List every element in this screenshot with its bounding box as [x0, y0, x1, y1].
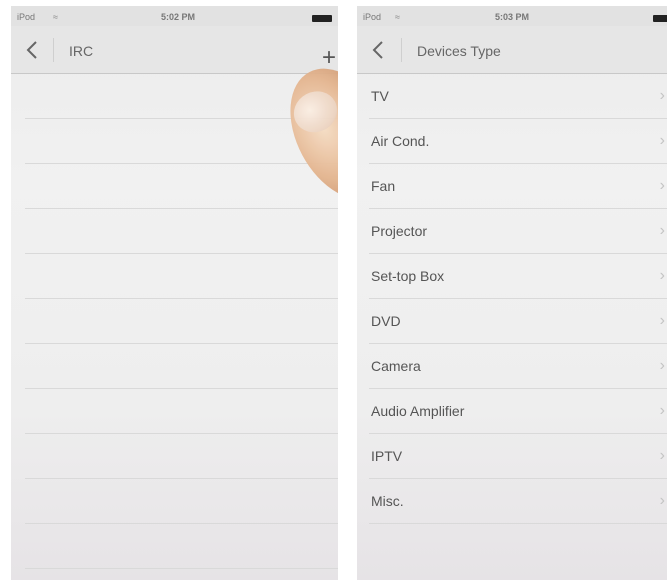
list-item[interactable] — [25, 119, 338, 164]
device-type-label: Camera — [371, 358, 421, 374]
device-type-row[interactable]: TV › — [369, 74, 667, 119]
chevron-right-icon: › — [659, 357, 665, 374]
list-item[interactable] — [25, 299, 338, 344]
carrier-label: iPod — [363, 12, 382, 22]
list-item[interactable] — [25, 344, 338, 389]
list-item[interactable] — [25, 209, 338, 254]
chevron-right-icon: › — [659, 492, 665, 509]
status-time: 5:03 PM — [495, 12, 530, 22]
chevron-right-icon: › — [659, 312, 665, 329]
device-type-label: Fan — [371, 178, 396, 194]
devices-type-screen: iPod ≈ 5:03 PM Devices Type TV › Air Cond.… — [357, 6, 667, 580]
device-type-label: TV — [371, 88, 389, 104]
chevron-right-icon: › — [659, 132, 665, 149]
device-list — [11, 74, 338, 580]
device-type-label: Projector — [371, 223, 428, 239]
list-item[interactable] — [25, 479, 338, 524]
device-type-label: Set-top Box — [371, 268, 445, 284]
nav-bar: Devices Type — [357, 26, 667, 74]
irc-screen: iPod ≈ 5:02 PM IRC + — [11, 6, 338, 580]
device-type-list: TV › Air Cond. › Fan › Projector › Set-top Box › D… — [357, 74, 667, 580]
back-button[interactable] — [25, 40, 39, 60]
status-bar: iPod ≈ 5:02 PM — [11, 6, 338, 26]
status-time: 5:02 PM — [161, 12, 196, 22]
status-bar: iPod ≈ 5:03 PM — [357, 6, 667, 26]
device-type-row[interactable]: Misc. › — [369, 479, 667, 524]
device-type-row[interactable]: Audio Amplifier › — [369, 389, 667, 434]
device-type-row[interactable]: Camera › — [369, 344, 667, 389]
nav-bar: IRC + — [11, 26, 338, 74]
wifi-icon: ≈ — [53, 12, 58, 22]
wifi-icon: ≈ — [395, 12, 400, 22]
list-item[interactable] — [25, 254, 338, 299]
nav-divider — [401, 38, 402, 62]
add-device-button[interactable]: + — [322, 46, 336, 70]
back-button[interactable] — [371, 40, 385, 60]
device-type-label: IPTV — [371, 448, 403, 464]
list-item[interactable] — [25, 389, 338, 434]
battery-icon — [312, 15, 332, 22]
list-item[interactable] — [25, 164, 338, 209]
device-type-label: Audio Amplifier — [371, 403, 465, 419]
device-type-label: Air Cond. — [371, 133, 430, 149]
carrier-label: iPod — [17, 12, 36, 22]
chevron-left-icon — [26, 41, 37, 59]
chevron-right-icon: › — [659, 267, 665, 284]
list-item[interactable] — [25, 74, 338, 119]
device-type-row[interactable]: DVD › — [369, 299, 667, 344]
list-item[interactable] — [25, 524, 338, 569]
device-type-row[interactable]: Projector › — [369, 209, 667, 254]
page-title: Devices Type — [417, 43, 501, 59]
device-type-label: Misc. — [371, 493, 404, 509]
chevron-right-icon: › — [659, 177, 665, 194]
chevron-left-icon — [372, 41, 383, 59]
chevron-right-icon: › — [659, 447, 665, 464]
device-type-row[interactable]: Fan › — [369, 164, 667, 209]
device-type-row[interactable]: IPTV › — [369, 434, 667, 479]
nav-divider — [53, 38, 54, 62]
list-item[interactable] — [25, 434, 338, 479]
chevron-right-icon: › — [659, 87, 665, 104]
chevron-right-icon: › — [659, 402, 665, 419]
device-type-label: DVD — [371, 313, 401, 329]
page-title: IRC — [69, 43, 94, 59]
battery-icon — [653, 15, 667, 22]
device-type-row[interactable]: Set-top Box › — [369, 254, 667, 299]
chevron-right-icon: › — [659, 222, 665, 239]
device-type-row[interactable]: Air Cond. › — [369, 119, 667, 164]
